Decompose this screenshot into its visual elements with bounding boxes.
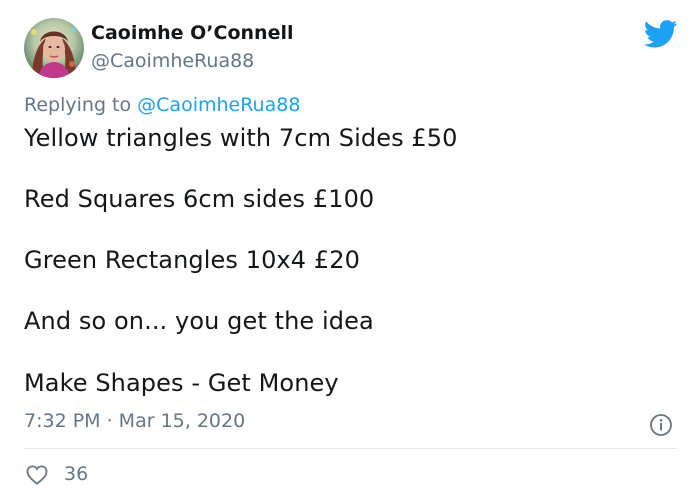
like-count[interactable]: 36 xyxy=(64,463,88,485)
replying-prefix: Replying to xyxy=(24,94,138,116)
user-handle[interactable]: @CaoimheRua88 xyxy=(91,50,254,72)
heart-icon[interactable] xyxy=(26,465,48,485)
twitter-bird-icon[interactable] xyxy=(643,20,678,48)
avatar[interactable] xyxy=(24,18,84,78)
tweet-text-line: Yellow triangles with 7cm Sides £50 xyxy=(24,124,458,152)
info-icon[interactable] xyxy=(649,413,673,437)
tweet-text-line: Red Squares 6cm sides £100 xyxy=(24,185,375,213)
tweet-card: Caoimhe O’Connell @CaoimheRua88 Replying… xyxy=(0,0,700,503)
divider xyxy=(24,448,677,449)
display-name[interactable]: Caoimhe O’Connell xyxy=(91,22,294,44)
reply-mention-link[interactable]: @CaoimheRua88 xyxy=(137,94,300,116)
tweet-text-line: Make Shapes - Get Money xyxy=(24,369,339,397)
tweet-text-line: And so on... you get the idea xyxy=(24,307,374,335)
tweet-text-line: Green Rectangles 10x4 £20 xyxy=(24,246,360,274)
tweet-timestamp[interactable]: 7:32 PM · Mar 15, 2020 xyxy=(24,410,245,432)
replying-to: Replying to @CaoimheRua88 xyxy=(24,94,300,116)
